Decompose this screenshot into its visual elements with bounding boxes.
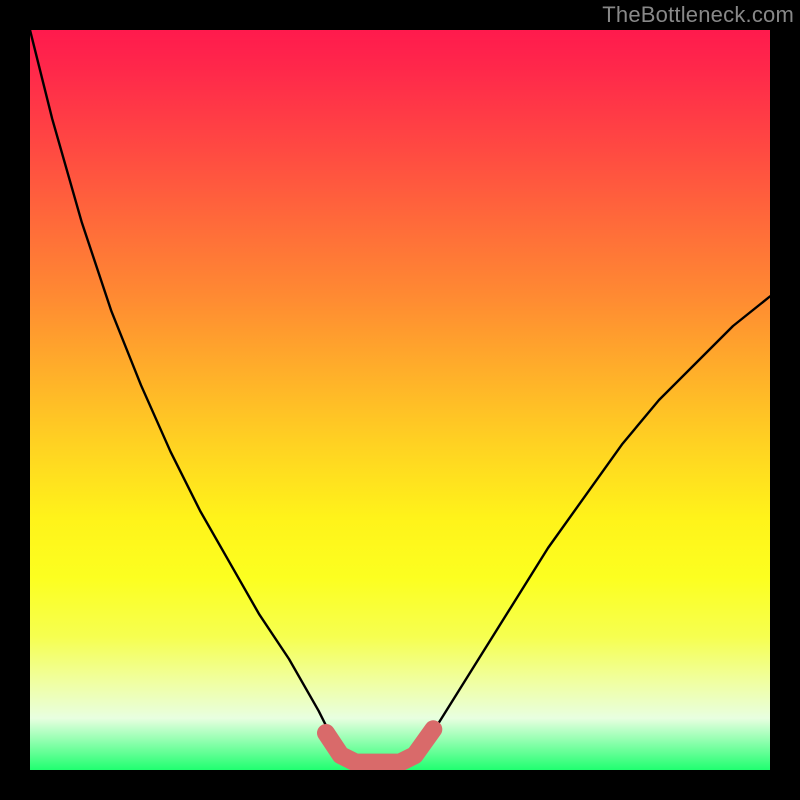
chart-frame: TheBottleneck.com (0, 0, 800, 800)
accent-segment (326, 729, 433, 762)
plot-area (30, 30, 770, 770)
watermark-text: TheBottleneck.com (602, 2, 794, 28)
curve-layer (30, 30, 770, 770)
main-curve (30, 30, 770, 763)
